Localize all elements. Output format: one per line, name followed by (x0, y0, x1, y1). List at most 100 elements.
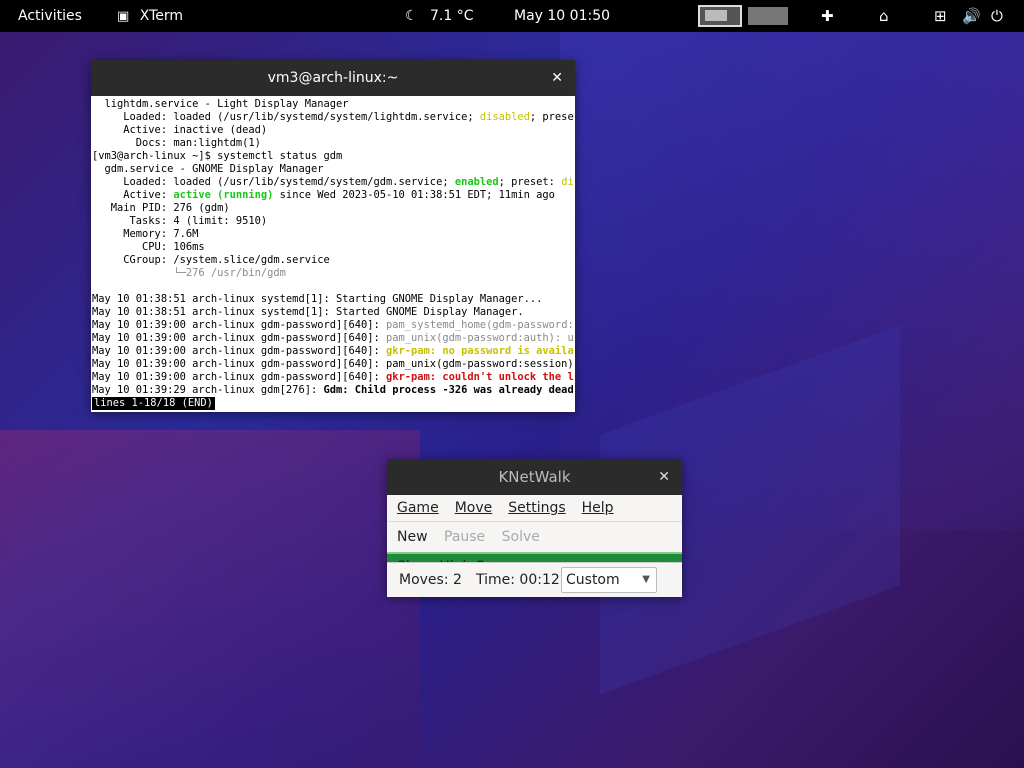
terminal-line: lightdm.service - Light Display Manager (92, 98, 574, 111)
pager-status-line: lines 1-18/18 (END) (92, 397, 574, 410)
workspace-2[interactable] (748, 7, 788, 25)
terminal-line: Tasks: 4 (limit: 9510) (92, 215, 574, 228)
terminal-line: Active: inactive (dead) (92, 124, 574, 137)
terminal-line: May 10 01:39:00 arch-linux gdm-password]… (92, 371, 574, 384)
terminal-line: May 10 01:39:00 arch-linux gdm-password]… (92, 332, 574, 345)
solve-button[interactable]: Solve (496, 522, 546, 552)
terminal-text: disa (561, 176, 574, 188)
terminal-text: May 10 01:38:51 arch-linux systemd[1]: S… (92, 293, 543, 305)
terminal-text: May 10 01:39:00 arch-linux gdm-password]… (92, 345, 387, 357)
terminal-line: gdm.service - GNOME Display Manager (92, 163, 574, 176)
terminal-text: May 10 01:39:00 arch-linux gdm-password]… (92, 371, 387, 383)
terminal-line: May 10 01:39:00 arch-linux gdm-password]… (92, 345, 574, 358)
menu-help[interactable]: Help (574, 495, 622, 521)
terminal-line: Loaded: loaded (/usr/lib/systemd/system/… (92, 176, 574, 189)
volume-icon[interactable]: 🔊 (962, 0, 981, 32)
terminal-text: Active: inactive (dead) (92, 124, 268, 136)
terminal-text: gkr-pam: couldn't unlock the log (386, 371, 574, 383)
xterm-titlebar[interactable]: vm3@arch-linux:~ ✕ (91, 60, 575, 96)
terminal-text: enabled (454, 176, 499, 188)
difficulty-value: Custom (566, 572, 620, 588)
knetwalk-window: KNetWalk ✕ Game Move Settings Help New Paus… (387, 459, 682, 597)
terminal-text: Tasks: 4 (limit: 9510) (92, 215, 268, 227)
top-bar: Activities ▣ XTerm ☾ 7.1 °C May 10 01:50… (0, 0, 1024, 32)
xterm-window: vm3@arch-linux:~ ✕ lightdm.service - Lig… (91, 60, 575, 412)
terminal-line: Memory: 7.6M (92, 228, 574, 241)
terminal-text: Main PID: 276 (gdm) (92, 202, 230, 214)
terminal-text: CPU: 106ms (92, 241, 205, 253)
difficulty-select[interactable]: Custom ▼ (561, 567, 657, 593)
window-title: KNetWalk (498, 468, 571, 486)
toolbar: New Pause Solve Show High Scores (387, 522, 682, 575)
new-button[interactable]: New (391, 522, 434, 552)
window-thumbnail (705, 10, 727, 21)
knetwalk-titlebar[interactable]: KNetWalk ✕ (387, 459, 682, 495)
terminal-text: May 10 01:39:29 arch-linux gdm[276]: (92, 384, 324, 396)
close-icon[interactable]: ✕ (658, 459, 670, 495)
app-name: XTerm (139, 8, 184, 24)
terminal-text: May 10 01:39:00 arch-linux gdm-password]… (92, 358, 574, 370)
terminal-text: Gdm: Child process -326 was already dead… (323, 384, 574, 396)
terminal-text: gdm.service - GNOME Display Manager (92, 163, 324, 175)
wallpaper-shape (0, 430, 420, 768)
terminal-text: May 10 01:38:51 arch-linux systemd[1]: S… (92, 306, 524, 318)
terminal-line: May 10 01:39:29 arch-linux gdm[276]: Gdm… (92, 384, 574, 397)
terminal-output[interactable]: lightdm.service - Light Display Manager … (91, 96, 575, 412)
workspace-1[interactable] (698, 5, 742, 27)
terminal-text: since Wed 2023-05-10 01:38:51 EDT; 11min… (273, 189, 555, 201)
terminal-line: May 10 01:39:00 arch-linux gdm-password]… (92, 319, 574, 332)
elapsed-time: Time: 00:12 (476, 572, 560, 588)
terminal-line: Main PID: 276 (gdm) (92, 202, 574, 215)
terminal-text: Loaded: loaded (/usr/lib/systemd/system/… (92, 111, 480, 123)
terminal-text: ; preset: (529, 111, 574, 123)
terminal-line: Loaded: loaded (/usr/lib/systemd/system/… (92, 111, 574, 124)
pause-button[interactable]: Pause (438, 522, 491, 552)
moon-icon: ☾ (405, 8, 418, 24)
menu-move[interactable]: Move (447, 495, 501, 521)
terminal-text: May 10 01:39:00 arch-linux gdm-password]… (92, 332, 387, 344)
terminal-text: Active: (92, 189, 174, 201)
close-icon[interactable]: ✕ (551, 60, 563, 96)
weather-indicator[interactable]: ☾ 7.1 °C (405, 0, 474, 32)
activities-button[interactable]: Activities (18, 0, 82, 32)
terminal-text: May 10 01:39:00 arch-linux gdm-password]… (92, 319, 387, 331)
window-title: vm3@arch-linux:~ (267, 70, 399, 86)
menubar: Game Move Settings Help (387, 495, 682, 522)
terminal-text: pam_systemd_home(gdm-password:au (386, 319, 574, 331)
menu-settings[interactable]: Settings (500, 495, 573, 521)
terminal-line: CPU: 106ms (92, 241, 574, 254)
terminal-line: CGroup: /system.slice/gdm.service (92, 254, 574, 267)
terminal-text: gkr-pam: no password is availab (386, 345, 574, 357)
temperature: 7.1 °C (430, 8, 474, 24)
terminal-text: disabled (479, 111, 530, 123)
home-icon[interactable]: ⌂ (879, 0, 889, 32)
extensions-icon[interactable]: ✚ (821, 0, 834, 32)
chevron-down-icon: ▼ (642, 574, 650, 585)
power-icon[interactable]: ⏻ (991, 0, 1003, 32)
terminal-line: May 10 01:39:00 arch-linux gdm-password]… (92, 358, 574, 371)
terminal-line: Docs: man:lightdm(1) (92, 137, 574, 150)
menu-game[interactable]: Game (389, 495, 447, 521)
terminal-text: pam_unix(gdm-password:auth): use (386, 332, 574, 344)
terminal-line: May 10 01:38:51 arch-linux systemd[1]: S… (92, 306, 574, 319)
terminal-text: [vm3@arch-linux ~]$ systemctl status gdm (92, 150, 343, 162)
terminal-text: Docs: man:lightdm(1) (92, 137, 261, 149)
terminal-text: └─276 /usr/bin/gdm (173, 267, 286, 279)
terminal-line: └─276 /usr/bin/gdm (92, 267, 574, 280)
moves-count: Moves: 2 (399, 572, 462, 588)
terminal-text: CGroup: /system.slice/gdm.service (92, 254, 330, 266)
terminal-line: Active: active (running) since Wed 2023-… (92, 189, 574, 202)
network-icon[interactable]: ⊞ (934, 0, 947, 32)
terminal-text: Memory: 7.6M (92, 228, 199, 240)
terminal-text: ; preset: (498, 176, 562, 188)
terminal-text: Loaded: loaded (/usr/lib/systemd/system/… (92, 176, 455, 188)
pager-status: lines 1-18/18 (END) (92, 397, 215, 410)
statusbar: Moves: 2 Time: 00:12 Custom ▼ (387, 562, 682, 597)
terminal-text: lightdm.service - Light Display Manager (92, 98, 349, 110)
terminal-text: active (running) (173, 189, 274, 201)
app-menu[interactable]: ▣ XTerm (117, 0, 183, 32)
clock[interactable]: May 10 01:50 (514, 0, 610, 32)
terminal-icon: ▣ (117, 9, 130, 24)
